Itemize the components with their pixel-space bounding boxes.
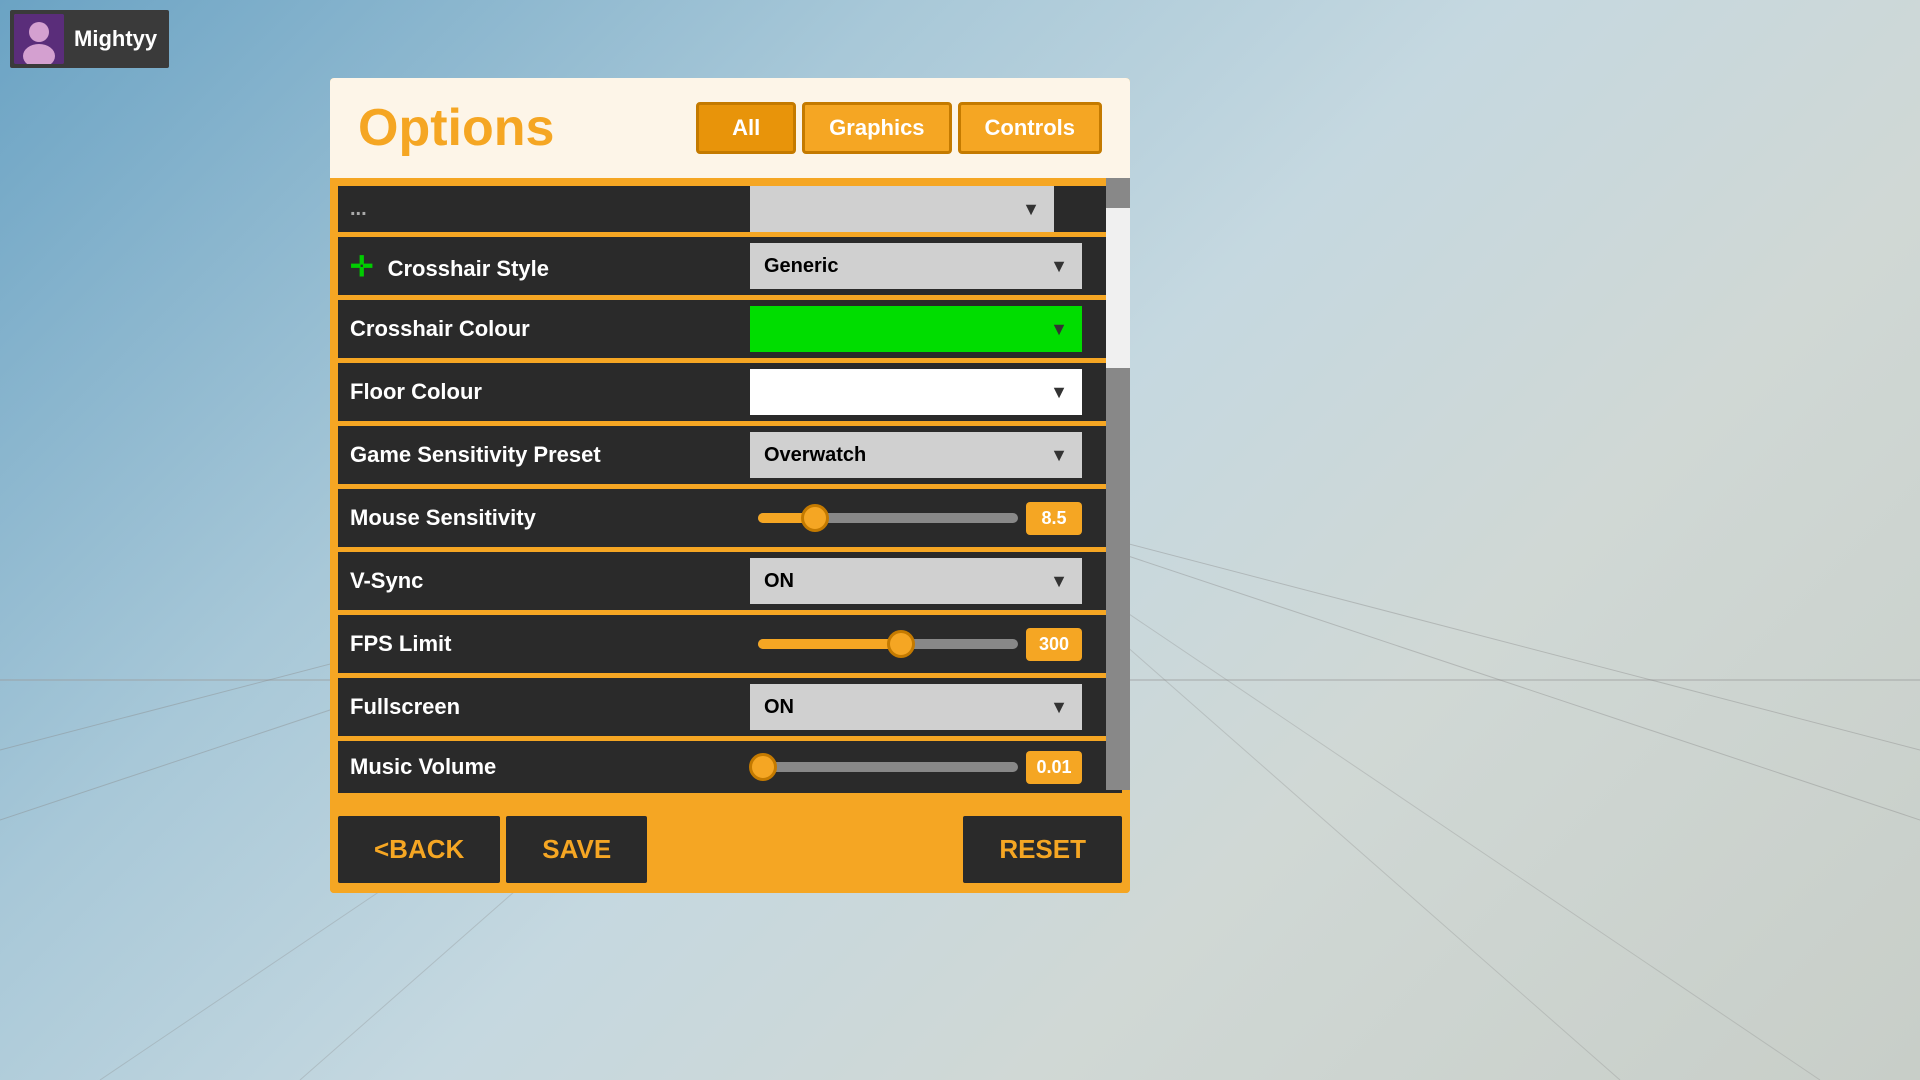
user-profile: Mightyy xyxy=(10,10,169,68)
modal-footer: <BACK SAVE RESET xyxy=(330,806,1130,893)
fps-limit-thumb[interactable] xyxy=(887,630,915,658)
partial-dropdown[interactable]: ▼ xyxy=(750,186,1054,232)
username: Mightyy xyxy=(74,26,157,52)
mouse-sensitivity-value: 8.5 xyxy=(1026,502,1082,535)
crosshair-icon: ✛ xyxy=(350,251,373,282)
partial-label: ... xyxy=(350,198,750,221)
crosshair-colour-arrow: ▼ xyxy=(1050,319,1068,340)
fps-limit-label: FPS Limit xyxy=(350,631,750,657)
mouse-sensitivity-thumb[interactable] xyxy=(801,504,829,532)
avatar xyxy=(14,14,64,64)
vsync-control: ON ▼ xyxy=(750,558,1110,604)
vsync-label: V-Sync xyxy=(350,568,750,594)
crosshair-style-control: Generic ▼ xyxy=(750,243,1110,289)
mouse-sensitivity-slider-row: 8.5 xyxy=(750,502,1082,535)
fps-limit-slider-row: 300 xyxy=(750,628,1082,661)
fullscreen-dropdown[interactable]: ON ▼ xyxy=(750,684,1082,730)
scrollbar-thumb[interactable] xyxy=(1106,208,1130,368)
settings-container: ... ▼ ✛ Crosshair Style Generic xyxy=(338,186,1122,798)
vsync-arrow: ▼ xyxy=(1050,571,1068,592)
fps-limit-control: 300 xyxy=(750,628,1110,661)
game-sensitivity-preset-row: Game Sensitivity Preset Overwatch ▼ xyxy=(338,426,1122,484)
scrollbar-track xyxy=(1106,178,1130,790)
vsync-row: V-Sync ON ▼ xyxy=(338,552,1122,610)
fullscreen-value: ON xyxy=(764,696,794,719)
crosshair-style-arrow: ▼ xyxy=(1050,256,1068,277)
tab-graphics[interactable]: Graphics xyxy=(802,102,951,154)
fps-limit-fill xyxy=(758,639,901,649)
crosshair-colour-dropdown[interactable]: ▼ xyxy=(750,306,1082,352)
crosshair-colour-row: Crosshair Colour ▼ xyxy=(338,300,1122,358)
tab-all[interactable]: All xyxy=(696,102,796,154)
back-button[interactable]: <BACK xyxy=(338,816,500,883)
crosshair-style-label: ✛ Crosshair Style xyxy=(350,250,750,283)
crosshair-colour-label: Crosshair Colour xyxy=(350,316,750,342)
crosshair-colour-control: ▼ xyxy=(750,306,1110,352)
fullscreen-label: Fullscreen xyxy=(350,694,750,720)
music-volume-row: Music Volume 0.01 xyxy=(338,741,1122,793)
game-sensitivity-preset-label: Game Sensitivity Preset xyxy=(350,442,750,468)
partial-top-row: ... ▼ xyxy=(338,186,1122,232)
mouse-sensitivity-label: Mouse Sensitivity xyxy=(350,505,750,531)
tab-buttons: All Graphics Controls xyxy=(696,102,1102,154)
game-sensitivity-preset-control: Overwatch ▼ xyxy=(750,432,1110,478)
fps-limit-track[interactable] xyxy=(758,639,1018,649)
scrollbar[interactable] xyxy=(1106,178,1130,790)
fullscreen-row: Fullscreen ON ▼ xyxy=(338,678,1122,736)
tab-controls[interactable]: Controls xyxy=(958,102,1102,154)
floor-colour-dropdown[interactable]: ▼ xyxy=(750,369,1082,415)
crosshair-style-row: ✛ Crosshair Style Generic ▼ xyxy=(338,237,1122,295)
music-volume-thumb[interactable] xyxy=(749,753,777,781)
music-volume-control: 0.01 xyxy=(750,751,1110,784)
fullscreen-control: ON ▼ xyxy=(750,684,1110,730)
fps-limit-row: FPS Limit 300 xyxy=(338,615,1122,673)
game-sensitivity-preset-dropdown[interactable]: Overwatch ▼ xyxy=(750,432,1082,478)
save-button[interactable]: SAVE xyxy=(506,816,647,883)
floor-colour-label: Floor Colour xyxy=(350,379,750,405)
game-sensitivity-preset-value: Overwatch xyxy=(764,444,866,467)
reset-button[interactable]: RESET xyxy=(963,816,1122,883)
fps-limit-value: 300 xyxy=(1026,628,1082,661)
floor-colour-row: Floor Colour ▼ xyxy=(338,363,1122,421)
game-sensitivity-preset-arrow: ▼ xyxy=(1050,445,1068,466)
options-modal: Options All Graphics Controls ... ▼ xyxy=(330,78,1130,893)
fullscreen-arrow: ▼ xyxy=(1050,697,1068,718)
modal-title: Options xyxy=(358,98,554,158)
floor-colour-control: ▼ xyxy=(750,369,1110,415)
mouse-sensitivity-row: Mouse Sensitivity 8.5 xyxy=(338,489,1122,547)
mouse-sensitivity-control: 8.5 xyxy=(750,502,1110,535)
music-volume-label: Music Volume xyxy=(350,754,750,780)
crosshair-style-value: Generic xyxy=(764,255,838,278)
modal-content: ... ▼ ✛ Crosshair Style Generic xyxy=(330,178,1130,806)
vsync-dropdown[interactable]: ON ▼ xyxy=(750,558,1082,604)
music-volume-slider-row: 0.01 xyxy=(750,751,1082,784)
crosshair-style-dropdown[interactable]: Generic ▼ xyxy=(750,243,1082,289)
floor-colour-arrow: ▼ xyxy=(1050,382,1068,403)
music-volume-track[interactable] xyxy=(758,762,1018,772)
music-volume-value: 0.01 xyxy=(1026,751,1082,784)
modal-header: Options All Graphics Controls xyxy=(330,78,1130,178)
partial-dropdown-arrow: ▼ xyxy=(1022,199,1040,220)
mouse-sensitivity-track[interactable] xyxy=(758,513,1018,523)
vsync-value: ON xyxy=(764,570,794,593)
